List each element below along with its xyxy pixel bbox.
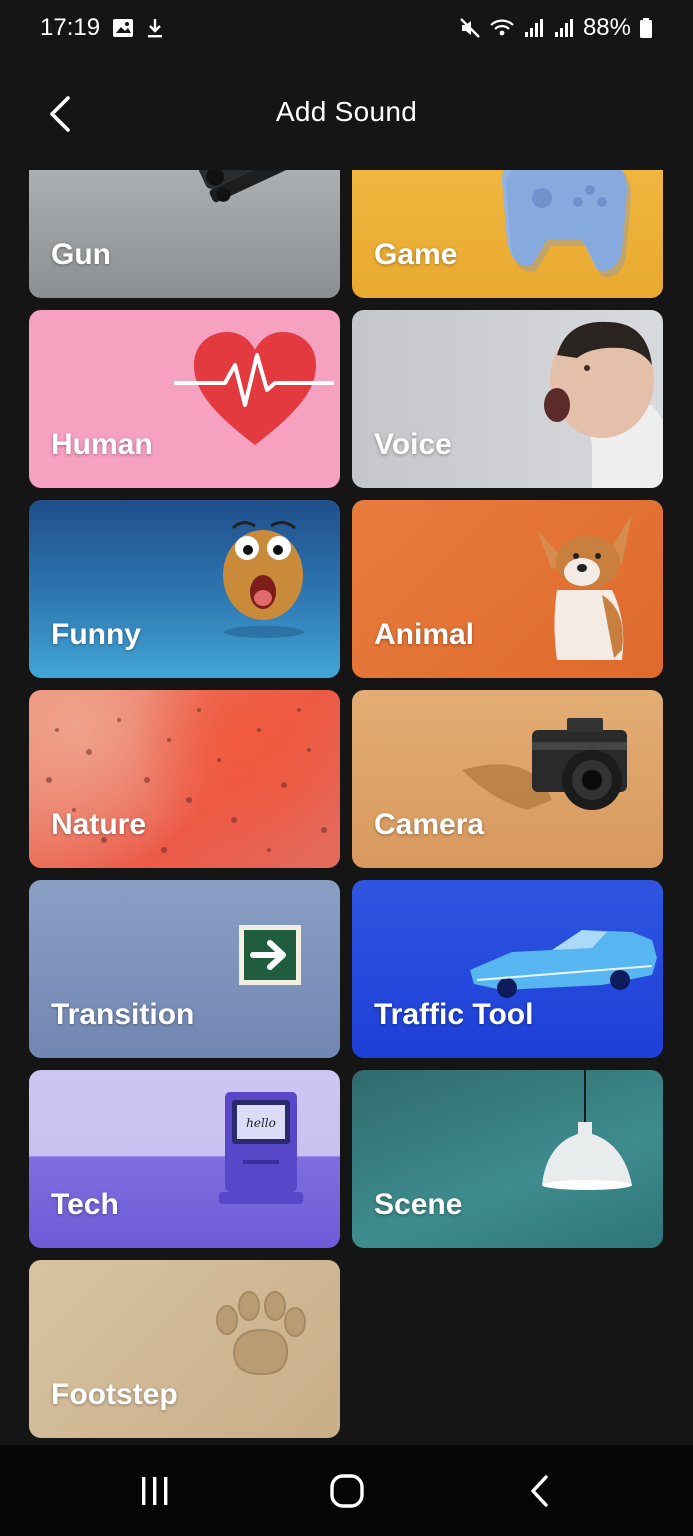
category-label: Game	[374, 238, 458, 271]
category-tile-game[interactable]: Game	[352, 170, 663, 298]
page-title: Add Sound	[275, 96, 418, 127]
category-label: Footstep	[51, 1378, 178, 1411]
mute-icon	[459, 17, 481, 39]
svg-text:hello: hello	[246, 1116, 276, 1130]
category-label: Human	[51, 428, 153, 461]
header: Add Sound	[0, 80, 693, 150]
category-tile-funny[interactable]: Funny	[29, 500, 340, 678]
system-back-button[interactable]	[505, 1463, 575, 1519]
category-tile-tech[interactable]: hello Tech	[29, 1070, 340, 1248]
category-tile-human[interactable]: Human	[29, 310, 340, 488]
wifi-icon	[489, 17, 515, 39]
category-label: Traffic Tool	[374, 998, 534, 1031]
home-button[interactable]	[312, 1463, 382, 1519]
category-label: Nature	[51, 808, 147, 841]
category-label: Transition	[51, 998, 195, 1031]
recents-icon	[142, 1477, 168, 1505]
navigation-bar	[0, 1445, 693, 1536]
battery-icon	[639, 17, 653, 39]
category-label: Animal	[374, 618, 475, 651]
gallery-icon	[112, 18, 134, 38]
category-tile-animal[interactable]: Animal	[352, 500, 663, 678]
status-right: 88%	[459, 14, 653, 42]
category-tile-gun[interactable]: Gun	[29, 170, 340, 298]
category-tile-scene[interactable]: Scene	[352, 1070, 663, 1248]
signal-icon	[523, 17, 545, 39]
category-tile-transition[interactable]: Transition	[29, 880, 340, 1058]
category-tile-footstep[interactable]: Footstep	[29, 1260, 340, 1438]
home-icon	[330, 1474, 364, 1508]
status-bar: 17:19 88%	[0, 0, 693, 56]
category-tile-camera[interactable]: Camera	[352, 690, 663, 868]
category-label: Voice	[374, 428, 452, 461]
category-tile-traffic-tool[interactable]: Traffic Tool	[352, 880, 663, 1058]
category-label: Scene	[374, 1188, 463, 1221]
status-time: 17:19	[40, 14, 101, 41]
category-grid-viewport[interactable]: Gun Game Human Voice Funny Animal Nature…	[0, 170, 693, 1445]
category-label: Gun	[51, 238, 111, 271]
category-label: Camera	[374, 808, 485, 841]
battery-percent: 88%	[582, 14, 631, 41]
gamepad-icon	[502, 170, 631, 277]
recents-button[interactable]	[120, 1463, 190, 1519]
status-left: 17:19	[40, 14, 164, 42]
category-tile-voice[interactable]: Voice	[352, 310, 663, 488]
category-grid: Gun Game Human Voice Funny Animal Nature…	[29, 170, 663, 1438]
download-icon	[146, 17, 164, 39]
signal-icon	[553, 17, 575, 39]
gun-icon	[195, 170, 340, 203]
back-icon	[531, 1475, 548, 1507]
category-label: Tech	[51, 1188, 119, 1221]
category-label: Funny	[51, 618, 141, 651]
category-tile-nature[interactable]: Nature	[29, 690, 340, 868]
